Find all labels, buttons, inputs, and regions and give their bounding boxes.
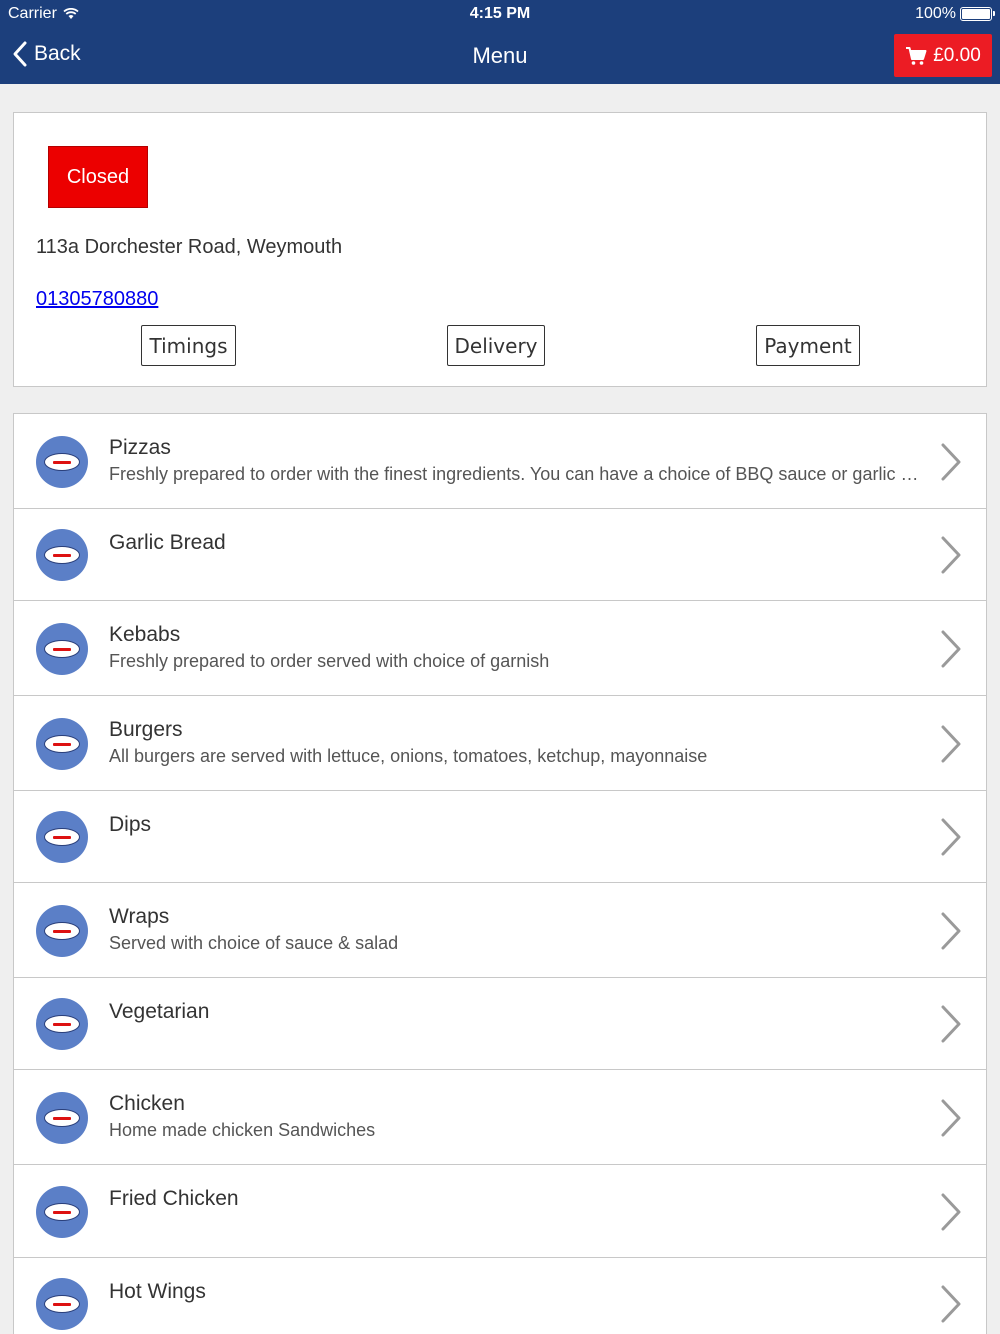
category-logo-icon <box>36 1278 88 1330</box>
category-description: Freshly prepared to order served with ch… <box>109 651 550 671</box>
battery-icon <box>960 7 995 21</box>
category-logo-icon <box>36 998 88 1050</box>
category-description: Home made chicken Sandwiches <box>109 1120 376 1140</box>
category-logo-icon <box>36 1186 88 1238</box>
payment-button[interactable]: Payment <box>756 325 860 366</box>
chevron-right-icon <box>941 725 961 763</box>
store-info-card: Closed 113a Dorchester Road, Weymouth 01… <box>13 112 987 387</box>
menu-category-row[interactable]: Burgers All burgers are served with lettu… <box>14 696 986 791</box>
delivery-button[interactable]: Delivery <box>447 325 545 366</box>
menu-category-row[interactable]: Vegetarian <box>14 978 986 1070</box>
menu-category-row[interactable]: Fried Chicken <box>14 1165 986 1258</box>
chevron-right-icon <box>941 818 961 856</box>
category-logo-icon <box>36 436 88 488</box>
category-logo-icon <box>36 1092 88 1144</box>
category-logo-icon <box>36 718 88 770</box>
menu-category-row[interactable]: Wraps Served with choice of sauce & salad <box>14 883 986 978</box>
chevron-right-icon <box>941 1285 961 1323</box>
chevron-right-icon <box>941 443 961 481</box>
category-name: Hot Wings <box>109 1280 206 1303</box>
menu-category-row[interactable]: Chicken Home made chicken Sandwiches <box>14 1070 986 1165</box>
category-logo-icon <box>36 529 88 581</box>
cart-total: £0.00 <box>933 44 981 66</box>
status-time: 4:15 PM <box>469 5 531 22</box>
menu-category-row[interactable]: Dips <box>14 791 986 883</box>
back-button[interactable]: Back <box>12 40 81 68</box>
chevron-right-icon <box>941 1099 961 1137</box>
menu-category-row[interactable]: Pizzas Freshly prepared to order with the… <box>14 414 986 509</box>
category-name: Chicken <box>109 1092 185 1115</box>
category-logo-icon <box>36 905 88 957</box>
chevron-left-icon <box>13 41 27 67</box>
page-title: Menu <box>472 43 528 68</box>
category-name: Kebabs <box>109 623 181 646</box>
phone-link[interactable]: 01305780880 <box>36 288 158 311</box>
status-badge: Closed <box>48 146 148 208</box>
category-description: Freshly prepared to order with the fines… <box>109 464 919 484</box>
status-bar: Carrier 4:15 PM 100% <box>0 0 1000 28</box>
category-name: Wraps <box>109 905 170 928</box>
category-description: Served with choice of sauce & salad <box>109 933 399 953</box>
nav-bar: Back Menu £0.00 <box>0 28 1000 84</box>
menu-category-list: Pizzas Freshly prepared to order with the… <box>13 413 987 1334</box>
chevron-right-icon <box>941 1005 961 1043</box>
menu-category-row[interactable]: Kebabs Freshly prepared to order served w… <box>14 601 986 696</box>
chevron-right-icon <box>941 1193 961 1231</box>
cart-icon <box>906 46 927 65</box>
category-logo-icon <box>36 811 88 863</box>
menu-category-row[interactable]: Hot Wings <box>14 1258 986 1334</box>
chevron-right-icon <box>941 630 961 668</box>
chevron-right-icon <box>941 536 961 574</box>
battery-indicator: 100% <box>915 5 995 23</box>
category-name: Burgers <box>109 718 183 741</box>
category-name: Vegetarian <box>109 1000 210 1023</box>
back-label: Back <box>34 42 81 65</box>
category-name: Dips <box>109 813 152 836</box>
battery-percent: 100% <box>915 5 956 22</box>
category-name: Garlic Bread <box>109 531 226 554</box>
category-description: All burgers are served with lettuce, oni… <box>109 746 708 766</box>
store-address: 113a Dorchester Road, Weymouth <box>36 236 343 258</box>
chevron-right-icon <box>941 912 961 950</box>
menu-category-row[interactable]: Garlic Bread <box>14 509 986 601</box>
timings-button[interactable]: Timings <box>141 325 236 366</box>
category-name: Fried Chicken <box>109 1187 239 1210</box>
category-logo-icon <box>36 623 88 675</box>
cart-button[interactable]: £0.00 <box>894 34 992 77</box>
category-name: Pizzas <box>109 436 171 459</box>
